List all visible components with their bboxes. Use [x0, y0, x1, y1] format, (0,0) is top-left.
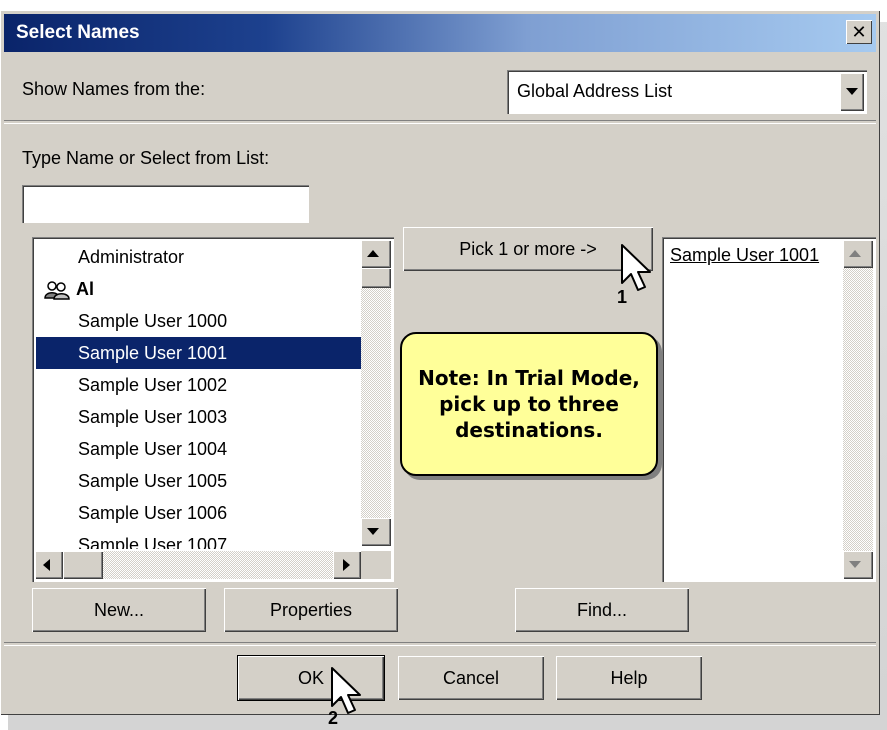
list-item[interactable]: Sample User 1002	[36, 369, 362, 401]
arrow-right-icon	[343, 559, 350, 571]
list-item[interactable]: Sample User 1007	[36, 529, 362, 549]
selected-scroll-up-button[interactable]	[843, 240, 873, 268]
list-item-label: Sample User 1002	[78, 375, 228, 395]
title-bar: Select Names ✕	[4, 14, 876, 52]
selected-vertical-scrollbar[interactable]	[843, 240, 873, 579]
list-item[interactable]: Sample User 1005	[36, 465, 362, 497]
window-title: Select Names	[16, 22, 140, 43]
properties-button[interactable]: Properties	[224, 588, 398, 632]
trial-mode-note: Note: In Trial Mode, pick up to three de…	[400, 332, 658, 476]
scroll-up-button[interactable]	[361, 240, 391, 268]
group-users-icon	[44, 281, 70, 300]
list-item-label: Sample User 1005	[78, 471, 228, 491]
show-names-label: Show Names from the:	[22, 79, 206, 99]
scroll-right-button[interactable]	[333, 551, 361, 579]
arrow-down-icon	[849, 561, 861, 568]
step-marker-1: 1	[617, 287, 628, 307]
group-list-item[interactable]: Al	[36, 273, 362, 305]
trial-mode-note-text: Note: In Trial Mode, pick up to three de…	[418, 366, 640, 442]
horizontal-scroll-thumb[interactable]	[63, 551, 103, 579]
arrow-down-icon	[367, 528, 379, 535]
close-icon: ✕	[851, 22, 867, 42]
help-button[interactable]: Help	[556, 656, 702, 700]
close-button[interactable]: ✕	[846, 20, 872, 44]
address-list-value: Global Address List	[517, 81, 673, 101]
horizontal-scrollbar[interactable]	[35, 551, 361, 579]
scrollbar-corner	[361, 551, 391, 579]
name-input[interactable]	[22, 185, 309, 223]
list-item[interactable]: Sample User 1004	[36, 433, 362, 465]
scroll-left-button[interactable]	[35, 551, 63, 579]
new-button[interactable]: New...	[32, 588, 206, 632]
arrow-up-icon	[367, 250, 379, 257]
list-item[interactable]: Sample User 1003	[36, 401, 362, 433]
names-list-items: Administrator Al Sample User 1000 Sample Us…	[36, 241, 362, 549]
select-names-dialog: Select Names ✕ Show Names from the: Glob…	[0, 10, 880, 715]
list-item[interactable]: Administrator	[36, 241, 362, 273]
list-item-label: Al	[76, 279, 94, 299]
list-item-label: Sample User 1003	[78, 407, 228, 427]
arrow-up-icon	[849, 250, 861, 257]
type-name-label: Type Name or Select from List:	[22, 148, 270, 168]
selected-name[interactable]: Sample User 1001	[670, 245, 819, 266]
names-list[interactable]: Administrator Al Sample User 1000 Sample Us…	[32, 237, 394, 582]
scroll-thumb[interactable]	[361, 268, 391, 288]
find-button[interactable]: Find...	[515, 588, 689, 632]
arrow-left-icon	[43, 559, 50, 571]
vertical-scrollbar[interactable]	[361, 240, 391, 546]
selected-scroll-down-button[interactable]	[843, 551, 873, 579]
list-item-label: Sample User 1006	[78, 503, 228, 523]
step-marker-2: 2	[328, 708, 339, 728]
dropdown-button[interactable]	[840, 73, 864, 111]
list-item-label: Sample User 1007	[78, 535, 228, 549]
list-item-label: Sample User 1004	[78, 439, 228, 459]
list-item-label: Sample User 1000	[78, 311, 228, 331]
scroll-down-button[interactable]	[361, 518, 391, 546]
chevron-down-icon	[846, 88, 858, 95]
list-item[interactable]: Sample User 1001	[36, 337, 362, 369]
list-item[interactable]: Sample User 1006	[36, 497, 362, 529]
list-item-label: Sample User 1001	[78, 343, 228, 363]
list-item-label: Administrator	[78, 247, 185, 267]
cancel-button[interactable]: Cancel	[398, 656, 544, 700]
separator	[4, 120, 876, 124]
separator	[4, 642, 876, 646]
address-list-dropdown[interactable]: Global Address List	[507, 70, 867, 114]
list-item[interactable]: Sample User 1000	[36, 305, 362, 337]
selected-names-list[interactable]: Sample User 1001	[662, 237, 876, 582]
pick-button[interactable]: Pick 1 or more ->	[403, 227, 653, 271]
